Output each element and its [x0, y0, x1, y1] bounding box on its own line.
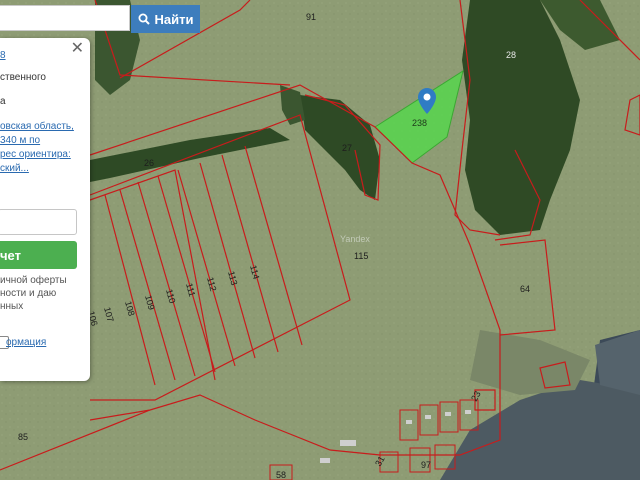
selected-parcel-label: 238	[412, 118, 427, 128]
close-icon[interactable]: ✕	[71, 40, 84, 58]
parcel-label: 91	[306, 12, 316, 22]
address-link[interactable]: овская область,	[0, 121, 74, 133]
panel-text: а	[0, 96, 6, 107]
address-link[interactable]: 340 м по	[0, 135, 40, 147]
parcel-label: 58	[276, 470, 286, 480]
info-link[interactable]: ормация	[6, 337, 46, 349]
address-link[interactable]: рес ориентира:	[0, 149, 71, 161]
parcel-label: 26	[144, 158, 154, 168]
search-bar: Найти	[0, 5, 200, 33]
parcel-label: 28	[506, 50, 516, 60]
map-watermark: Yandex	[340, 234, 370, 244]
search-button-label: Найти	[154, 11, 194, 27]
order-report-button[interactable]: чет	[0, 241, 77, 269]
parcel-label: 97	[421, 460, 431, 470]
search-icon	[138, 13, 150, 25]
parcel-label: 27	[342, 143, 352, 153]
contact-input[interactable]	[0, 209, 77, 235]
terms-line: нных	[0, 301, 24, 312]
parcel-label: 115	[354, 251, 368, 261]
terms-line: ичной оферты	[0, 275, 67, 286]
parcel-label: 85	[18, 432, 28, 442]
satellite-map[interactable]: 91 28 27 26 115 64 85 114 113 112 111 11…	[0, 0, 640, 480]
parcel-info-panel: ✕ 8 ственного а овская область, 340 м по…	[0, 38, 90, 381]
location-pin-icon[interactable]	[418, 88, 436, 114]
search-button[interactable]: Найти	[131, 5, 200, 33]
terms-line: ности и даю	[0, 288, 57, 299]
search-input[interactable]	[0, 5, 130, 31]
terms-text: ичной оферты ности и даю нных	[0, 274, 67, 313]
panel-text: ственного	[0, 72, 46, 83]
parcel-number-link[interactable]: 8	[0, 50, 6, 62]
parcel-label: 64	[520, 284, 530, 294]
address-link[interactable]: ский...	[0, 163, 29, 175]
